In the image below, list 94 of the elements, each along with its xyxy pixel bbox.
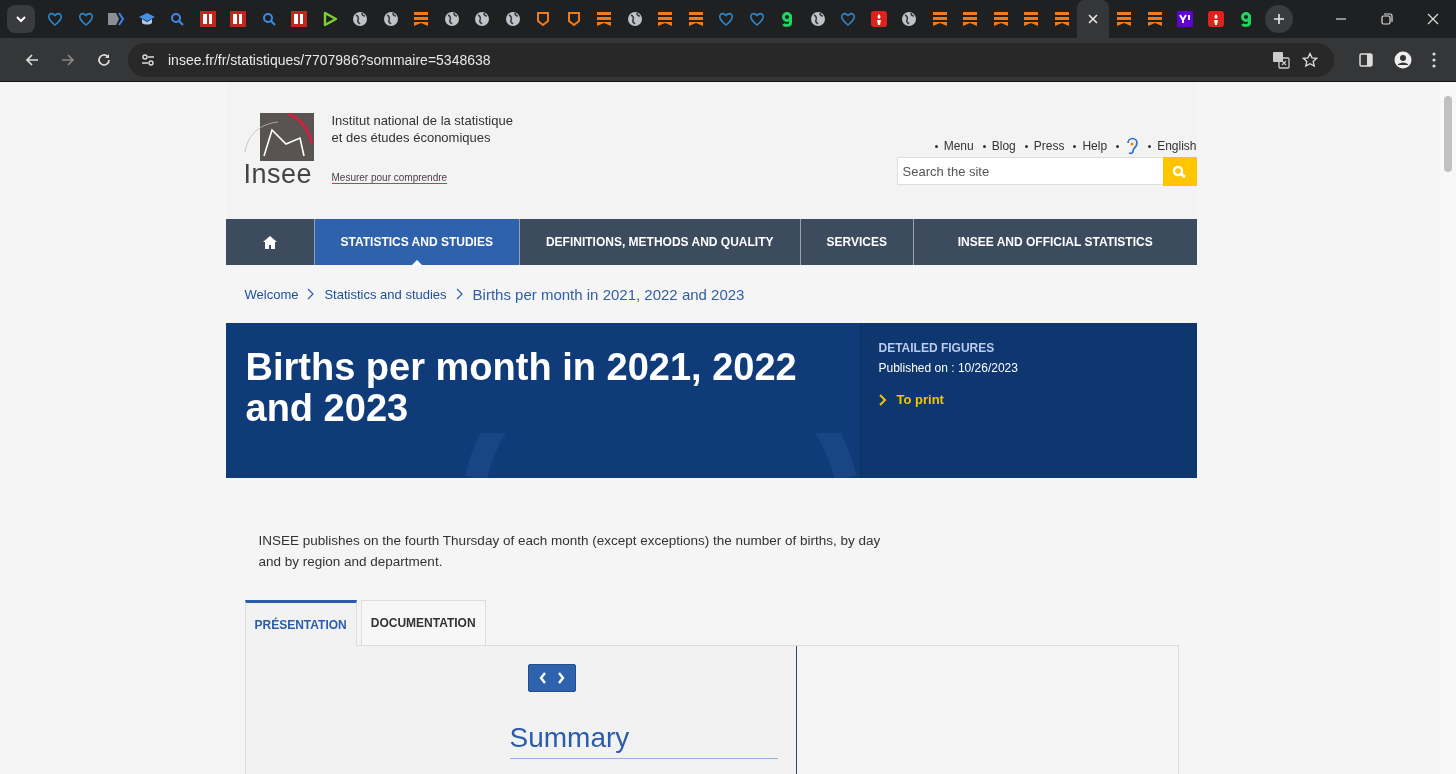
category-label: DETAILED FIGURES <box>878 341 995 355</box>
header-link[interactable]: Menu <box>943 139 974 153</box>
ear-icon[interactable] <box>1125 136 1140 156</box>
forward-icon[interactable] <box>60 51 76 68</box>
close-icon[interactable] <box>1087 13 1099 25</box>
breadcrumb-current: Births per month in 2021, 2022 and 2023 <box>472 285 745 303</box>
search-icon <box>261 12 276 26</box>
chevron-left-icon[interactable] <box>538 672 547 684</box>
heart-icon <box>47 11 64 27</box>
translate-icon[interactable] <box>1272 50 1290 69</box>
bookmark-icon <box>962 11 979 27</box>
site-settings-icon[interactable] <box>140 51 156 68</box>
heart-icon <box>77 11 94 27</box>
chevron-right-icon <box>307 288 316 300</box>
chevron-down-icon <box>15 13 27 25</box>
hook-icon <box>1239 11 1254 27</box>
bullet-icon <box>934 144 938 148</box>
restore-icon[interactable] <box>1381 13 1393 25</box>
tab-list-button[interactable] <box>7 5 35 33</box>
header-link[interactable]: Press <box>1033 139 1065 153</box>
heart-icon <box>718 11 735 27</box>
globe-icon <box>352 11 369 27</box>
globe-icon <box>382 11 399 27</box>
content-tab[interactable]: DOCUMENTATION <box>360 600 486 645</box>
header-link[interactable]: English <box>1157 139 1197 153</box>
side-panel-icon[interactable] <box>1358 51 1374 68</box>
heart-icon <box>748 11 765 27</box>
letter-tile-icon <box>199 11 216 27</box>
bookmark-icon <box>1146 11 1163 27</box>
document-icon <box>107 11 126 27</box>
intro-paragraph: INSEE publishes on the fourth Thursday of each month (except exceptions) the number of births, by day and by region and department. <box>258 532 882 571</box>
hook-icon <box>780 11 795 27</box>
shield-icon <box>566 11 581 27</box>
home-icon <box>262 235 277 249</box>
address-bar[interactable]: insee.fr/fr/statistiques/7707986?sommaire=5348638 <box>128 42 1334 77</box>
institute-name: Institut national de la statistique et des études économiques <box>331 112 513 146</box>
bullet-icon <box>1024 144 1028 148</box>
pager-control[interactable] <box>527 664 576 692</box>
bookmark-icon <box>931 11 948 27</box>
play-icon <box>321 11 338 27</box>
globe-icon <box>474 11 491 27</box>
globe-icon <box>901 11 918 27</box>
globe-icon <box>626 11 643 27</box>
star-icon[interactable] <box>1302 51 1318 68</box>
shield-icon <box>536 11 551 27</box>
bookmark-icon <box>1116 11 1133 27</box>
bookmark-icon <box>596 11 613 27</box>
breadcrumb-link[interactable]: Statistics and studies <box>324 286 447 302</box>
bookmark-icon <box>1053 11 1070 27</box>
more-menu-icon[interactable] <box>1432 51 1436 68</box>
url-text: insee.fr/fr/statistiques/7707986?sommaire=5348638 <box>168 51 491 68</box>
chevron-right-icon <box>455 288 464 300</box>
page-title: Births per month in 2021, 2022 and 2023 <box>245 347 798 429</box>
torch-icon <box>870 11 887 27</box>
close-icon[interactable] <box>1427 13 1439 25</box>
header-link[interactable]: Help <box>1082 139 1108 153</box>
bullet-icon <box>1073 144 1077 148</box>
insee-logo[interactable]: Insee <box>243 112 316 188</box>
bookmark-icon <box>992 11 1009 27</box>
bullet-icon <box>1148 144 1152 148</box>
nav-tab[interactable]: STATISTICS AND STUDIES <box>314 219 520 265</box>
globe-icon <box>809 11 826 27</box>
bookmark-icon <box>687 11 704 27</box>
bullet-icon <box>1116 144 1120 148</box>
bullet-icon <box>982 144 986 148</box>
bookmark-icon <box>413 11 430 27</box>
globe-icon <box>504 11 521 27</box>
search-field[interactable]: Search the site <box>896 157 1163 185</box>
letter-tile-icon <box>230 11 247 27</box>
breadcrumb-link[interactable]: Welcome <box>244 286 299 302</box>
reload-icon[interactable] <box>96 51 112 68</box>
back-icon[interactable] <box>24 51 40 68</box>
torch-icon <box>1207 11 1224 27</box>
header-link[interactable]: Blog <box>991 139 1016 153</box>
content-tab[interactable]: PRÉSENTATION <box>244 600 357 646</box>
profile-icon[interactable] <box>1394 50 1412 69</box>
search-icon <box>170 12 185 26</box>
new-tab-button[interactable] <box>1264 5 1293 33</box>
chevron-right-icon[interactable] <box>556 672 565 684</box>
logo-mark-icon <box>243 112 316 162</box>
bookmark-icon <box>1023 11 1040 27</box>
letter-tile-icon <box>291 11 308 27</box>
letter-tile-icon <box>1177 11 1194 27</box>
bookmark-icon <box>657 11 674 27</box>
search-icon <box>1171 164 1188 179</box>
publication-date: Published on : 10/26/2023 <box>878 361 1018 375</box>
summary-heading: Summary <box>509 722 778 759</box>
globe-icon <box>443 11 460 27</box>
plus-icon <box>1272 13 1285 25</box>
tagline: Mesurer pour comprendre <box>331 172 448 184</box>
graduation-cap-icon <box>137 11 156 27</box>
heart-icon <box>840 11 857 27</box>
print-link[interactable]: To print <box>878 392 944 407</box>
chevron-right-icon <box>878 393 887 406</box>
